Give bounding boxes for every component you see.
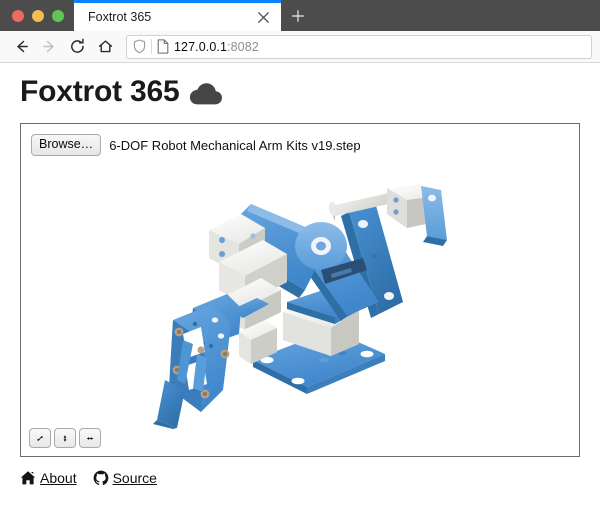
- model-canvas[interactable]: [21, 156, 579, 456]
- file-picker-row: Browse… 6-DOF Robot Mechanical Arm Kits …: [21, 124, 579, 156]
- window-minimize-button[interactable]: [32, 9, 44, 22]
- model-gripper-claw: [153, 303, 231, 429]
- selected-file-name: 6-DOF Robot Mechanical Arm Kits v19.step: [109, 137, 361, 153]
- model-viewer[interactable]: [21, 156, 579, 456]
- reload-icon: [70, 38, 84, 53]
- new-tab-button[interactable]: [281, 0, 315, 31]
- home-icon: [20, 471, 36, 485]
- fit-diagonal-button[interactable]: [29, 428, 51, 448]
- plus-icon: [292, 9, 304, 22]
- back-button[interactable]: [8, 34, 34, 60]
- footer: About Source: [20, 457, 580, 486]
- window-close-button[interactable]: [12, 9, 24, 22]
- page-content: Foxtrot 365 Browse… 6-DOF Robot Mechanic…: [0, 63, 600, 516]
- home-icon: [98, 40, 112, 53]
- window-maximize-button[interactable]: [52, 9, 64, 22]
- browser-window: Foxtrot 365 127.0.0.1:8082 Foxtrot 365 B…: [0, 0, 600, 516]
- back-arrow-icon: [16, 40, 28, 53]
- navigation-toolbar: 127.0.0.1:8082: [0, 31, 600, 63]
- source-link-label: Source: [112, 470, 157, 486]
- browse-button[interactable]: Browse…: [31, 134, 102, 156]
- tab-foxtrot-365[interactable]: Foxtrot 365: [74, 0, 281, 31]
- tab-bar: Foxtrot 365: [0, 0, 600, 31]
- about-link-label: About: [40, 470, 77, 486]
- window-controls: [0, 0, 74, 31]
- fit-horizontal-button[interactable]: [79, 428, 101, 448]
- github-icon: [93, 470, 108, 486]
- forward-button[interactable]: [36, 34, 62, 60]
- home-button[interactable]: [92, 34, 118, 60]
- url-host: 127.0.0.1: [174, 39, 228, 54]
- tab-title: Foxtrot 365: [88, 10, 152, 24]
- resize-horizontal-icon: [86, 436, 94, 440]
- url-bar[interactable]: 127.0.0.1:8082: [126, 34, 592, 59]
- reload-button[interactable]: [64, 34, 90, 60]
- url-divider: [151, 39, 152, 54]
- resize-diagonal-icon: [37, 435, 43, 441]
- forward-arrow-icon: [42, 40, 54, 53]
- url-port: :8082: [227, 39, 259, 54]
- shield-icon[interactable]: [133, 39, 146, 54]
- page-document-icon: [157, 39, 169, 54]
- url-text: 127.0.0.1:8082: [174, 40, 259, 54]
- fit-vertical-button[interactable]: [54, 428, 76, 448]
- page-title: Foxtrot 365: [20, 77, 580, 107]
- source-link[interactable]: Source: [93, 470, 157, 486]
- robot-arm-3d-model: [153, 183, 447, 429]
- viewer-card: Browse… 6-DOF Robot Mechanical Arm Kits …: [20, 123, 580, 457]
- page-title-text: Foxtrot 365: [20, 75, 180, 108]
- resize-vertical-icon: [63, 434, 67, 442]
- cloud-icon: [189, 83, 222, 105]
- close-icon[interactable]: [253, 7, 273, 27]
- viewer-toolbar: [29, 428, 101, 448]
- about-link[interactable]: About: [20, 470, 77, 486]
- model-right-bracket: [421, 185, 447, 246]
